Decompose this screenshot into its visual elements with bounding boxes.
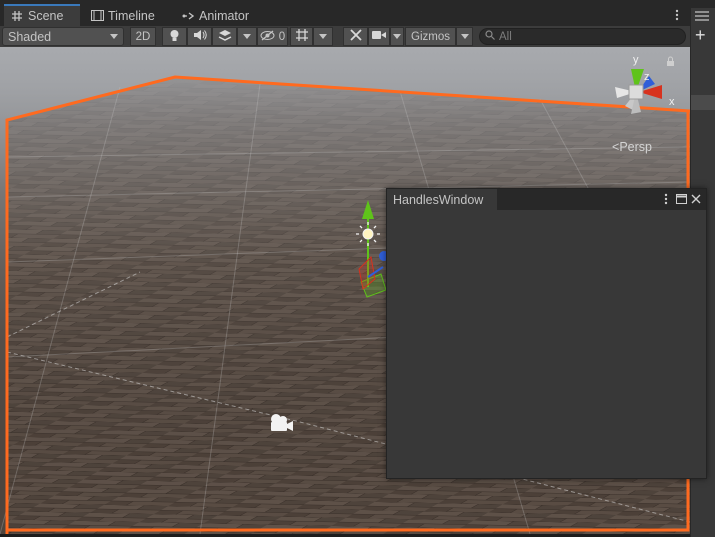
axis-label-x: x [669, 96, 675, 108]
lightbulb-icon [169, 29, 180, 45]
speaker-icon [193, 29, 207, 44]
tab-label: Animator [199, 8, 250, 23]
tab-animator[interactable]: Animator [175, 5, 257, 26]
audio-toggle[interactable] [187, 27, 212, 46]
orientation-gizmo[interactable]: y z x [603, 52, 683, 132]
scene-tab-bar: Scene Timeline Animator [0, 0, 690, 26]
add-label: + [695, 25, 706, 45]
more-options-icon[interactable] [659, 192, 673, 206]
effects-icon [218, 29, 232, 45]
grid-toggle[interactable] [290, 27, 313, 46]
tools-toggle[interactable] [343, 27, 368, 46]
draw-mode-label: Shaded [8, 29, 52, 44]
chevron-down-icon [243, 34, 251, 39]
add-button[interactable]: + [695, 26, 706, 44]
handles-window[interactable]: HandlesWindow [386, 188, 707, 479]
hidden-objects-toggle[interactable]: 0 [257, 27, 288, 46]
draw-mode-dropdown[interactable]: Shaded [2, 27, 124, 46]
video-camera-icon [372, 30, 386, 43]
gizmos-label: Gizmos [411, 30, 450, 43]
animator-icon [181, 9, 195, 23]
gizmos-button[interactable]: Gizmos [405, 27, 456, 46]
hidden-count: 0 [278, 30, 286, 43]
scene-toolbar: Shaded 2D 0 Gizmos All [0, 26, 690, 48]
tab-label: Timeline [108, 8, 155, 23]
persp-label: Persp [619, 140, 652, 154]
effects-toggle[interactable] [212, 27, 237, 46]
lock-icon[interactable] [667, 56, 674, 66]
tab-label: Scene [28, 9, 64, 23]
hamburger-icon[interactable] [695, 10, 709, 21]
window-content-area [387, 210, 706, 478]
scene-search-field[interactable]: All [479, 28, 686, 45]
effects-dropdown[interactable] [237, 27, 257, 46]
more-options-icon[interactable] [673, 8, 681, 22]
maximize-icon[interactable] [674, 192, 688, 206]
film-icon [90, 9, 104, 23]
hash-grid-icon [10, 9, 24, 23]
lighting-toggle[interactable] [162, 27, 187, 46]
search-placeholder: All [499, 30, 512, 43]
camera-settings-button[interactable] [368, 27, 390, 46]
axis-label-z: z [644, 71, 650, 83]
toggle-2d-label: 2D [135, 30, 151, 43]
search-icon [485, 30, 495, 43]
axis-label-y: y [633, 54, 639, 66]
close-icon[interactable] [689, 192, 703, 206]
grid-icon [295, 28, 309, 45]
window-title: HandlesWindow [393, 193, 484, 207]
tab-timeline[interactable]: Timeline [84, 5, 164, 26]
gizmos-dropdown[interactable] [456, 27, 473, 46]
projection-toggle[interactable]: <Persp [612, 140, 652, 154]
panel-row[interactable] [691, 95, 715, 110]
tab-scene[interactable]: Scene [4, 4, 80, 26]
chevron-down-icon [110, 34, 118, 39]
chevron-down-icon [393, 34, 401, 39]
camera-dropdown[interactable] [390, 27, 404, 46]
wrench-icon [349, 28, 363, 45]
chevron-down-icon [460, 34, 469, 39]
chevron-down-icon [319, 34, 327, 39]
camera-gizmo-icon[interactable] [268, 412, 296, 434]
toggle-2d-button[interactable]: 2D [130, 27, 156, 46]
tab-handles-window[interactable]: HandlesWindow [387, 189, 497, 211]
grid-dropdown[interactable] [313, 27, 333, 46]
eye-slash-icon [260, 29, 275, 44]
